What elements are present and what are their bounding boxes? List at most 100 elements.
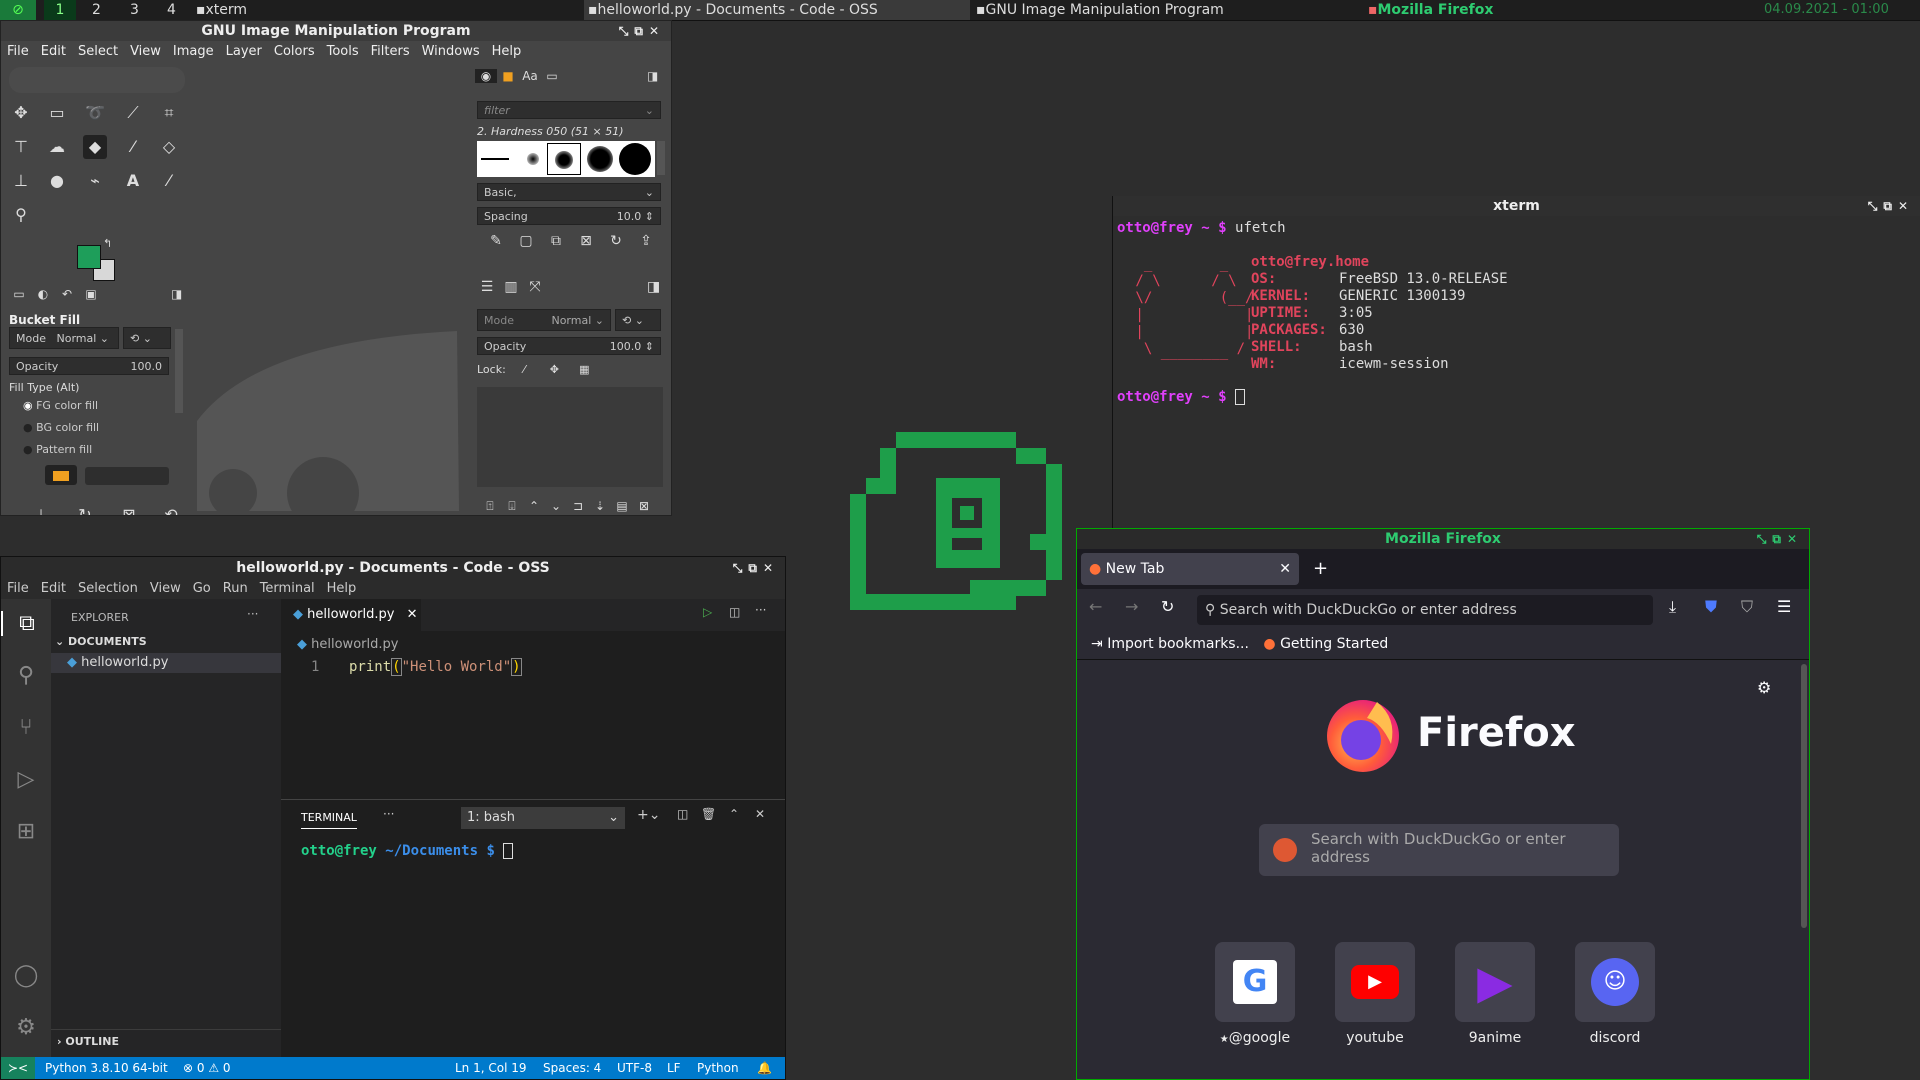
- split-terminal-icon[interactable]: ◫: [677, 807, 688, 821]
- eraser-icon[interactable]: ◇: [157, 135, 181, 159]
- back-arrow-icon[interactable]: ←: [1089, 597, 1102, 616]
- pattern-name-field[interactable]: [85, 467, 169, 485]
- tool-options-tab-icon[interactable]: ▭: [7, 287, 31, 301]
- close-icon[interactable]: ✕: [763, 561, 779, 575]
- new-brush-icon[interactable]: ▢: [511, 233, 541, 249]
- new-layer-icon[interactable]: ⍐: [479, 499, 501, 514]
- url-bar[interactable]: ⚲ Search with DuckDuckGo or enter addres…: [1197, 595, 1653, 625]
- code-line-1[interactable]: print("Hello World"): [349, 658, 522, 676]
- brush-hard[interactable]: [619, 143, 651, 175]
- close-icon[interactable]: ✕: [1787, 532, 1803, 546]
- workspace-4[interactable]: 4: [163, 0, 187, 20]
- start-menu-icon[interactable]: ⊘: [0, 0, 36, 20]
- bitwarden-extension-icon[interactable]: ⛊: [1705, 597, 1717, 617]
- pattern-swatch[interactable]: [45, 465, 77, 485]
- merge-layer-icon[interactable]: ⇣: [589, 499, 611, 513]
- search-icon[interactable]: ⚲: [1, 663, 51, 688]
- shortcut-discord[interactable]: ☺ discord: [1575, 942, 1655, 1046]
- status-encoding[interactable]: UTF-8: [617, 1057, 652, 1079]
- layers-tab-icon[interactable]: ☰: [475, 279, 499, 295]
- source-control-icon[interactable]: ⑂: [1, 715, 51, 740]
- patterns-tab-icon[interactable]: ■: [497, 69, 519, 83]
- run-debug-icon[interactable]: ▷: [1, 767, 51, 792]
- discord-tile[interactable]: ☺: [1575, 942, 1655, 1022]
- menu-filters[interactable]: Filters: [365, 44, 416, 59]
- crop-icon[interactable]: ⌗: [157, 101, 181, 125]
- brush-to-image-icon[interactable]: ⇪: [631, 233, 661, 249]
- minimize-icon[interactable]: ⤡: [733, 561, 749, 575]
- menu-tools[interactable]: Tools: [321, 44, 365, 59]
- workspace-3[interactable]: 3: [126, 0, 150, 20]
- status-language[interactable]: Python: [697, 1057, 739, 1079]
- bookmark-getting-started[interactable]: ● Getting Started: [1263, 636, 1388, 652]
- menu-help[interactable]: Help: [486, 44, 528, 59]
- menu-view[interactable]: View: [124, 44, 167, 59]
- document-history-tab-icon[interactable]: ▭: [541, 69, 563, 83]
- fill-option-bg[interactable]: ● BG color fill: [23, 421, 99, 434]
- text-tool-icon[interactable]: A: [121, 169, 145, 193]
- shortcut-9anime[interactable]: ▶ 9anime: [1455, 942, 1535, 1046]
- delete-options-icon[interactable]: ⊠: [107, 505, 151, 515]
- notifications-bell-icon[interactable]: 🔔: [757, 1057, 772, 1079]
- maximize-panel-icon[interactable]: ⌃: [729, 807, 739, 821]
- move-tool-icon[interactable]: ✥: [9, 101, 33, 125]
- browser-tab-new-tab[interactable]: ● New Tab ✕: [1081, 553, 1299, 585]
- brush-soft[interactable]: [527, 153, 539, 165]
- status-position[interactable]: Ln 1, Col 19: [455, 1057, 527, 1079]
- new-group-icon[interactable]: ⍗: [501, 499, 523, 514]
- brush-filter-input[interactable]: filter ⌄: [477, 101, 661, 119]
- outline-section[interactable]: › OUTLINE: [51, 1029, 281, 1054]
- tab-close-icon[interactable]: ✕: [1279, 553, 1291, 585]
- reset-mode-icon[interactable]: ⟲ ⌄: [123, 327, 171, 349]
- settings-gear-icon[interactable]: ⚙: [1, 1015, 51, 1040]
- transform-icon[interactable]: ⊤: [9, 135, 33, 159]
- delete-layer-icon[interactable]: ⊠: [633, 499, 655, 513]
- layers-list[interactable]: [477, 387, 663, 487]
- brush-medium[interactable]: [587, 146, 613, 172]
- lower-layer-icon[interactable]: ⌄: [545, 499, 567, 513]
- shortcut-google[interactable]: G ★@google: [1215, 942, 1295, 1046]
- fill-option-pattern[interactable]: ● Pattern fill: [23, 443, 92, 456]
- lasso-icon[interactable]: ➰: [83, 101, 107, 125]
- task-xterm[interactable]: ▪xterm: [192, 0, 582, 20]
- maximize-icon[interactable]: ⧉: [748, 561, 763, 575]
- minimize-icon[interactable]: ⤡: [1868, 199, 1884, 213]
- color-picker-icon[interactable]: ⁄: [157, 169, 181, 193]
- zoom-icon[interactable]: ⚲: [9, 203, 33, 227]
- workspace-1[interactable]: 1: [44, 0, 76, 20]
- delete-brush-icon[interactable]: ⊠: [571, 233, 601, 249]
- menu-layer[interactable]: Layer: [220, 44, 268, 59]
- images-tab-icon[interactable]: ▣: [79, 287, 103, 301]
- close-icon[interactable]: ✕: [649, 24, 665, 38]
- panel-more-icon[interactable]: ···: [383, 807, 394, 821]
- explorer-more-icon[interactable]: ···: [247, 607, 258, 621]
- swap-colors-icon[interactable]: ↰: [103, 237, 112, 250]
- status-problems[interactable]: ⊗ 0 ⚠ 0: [183, 1057, 231, 1079]
- new-terminal-icon[interactable]: +⌄: [637, 807, 660, 823]
- brush-preset-select[interactable]: Basic, ⌄: [477, 183, 661, 201]
- xterm-prompt-line[interactable]: otto@frey ~ $: [1117, 389, 1246, 406]
- menu-windows[interactable]: Windows: [416, 44, 486, 59]
- path-icon[interactable]: ⌁: [83, 169, 107, 193]
- clone-icon[interactable]: ⊥: [9, 169, 33, 193]
- run-file-icon[interactable]: ▷: [703, 605, 712, 619]
- status-python[interactable]: Python 3.8.10 64-bit: [45, 1057, 168, 1079]
- menu-go[interactable]: Go: [187, 581, 217, 596]
- reset-options-icon[interactable]: ⟲: [151, 505, 191, 515]
- tool-options-scrollbar[interactable]: [175, 329, 183, 413]
- layer-opacity-slider[interactable]: Opacity 100.0 ⇕: [477, 337, 661, 355]
- save-options-icon[interactable]: ⤓: [19, 505, 63, 515]
- folder-documents[interactable]: ⌄ DOCUMENTS: [55, 635, 147, 648]
- menu-file[interactable]: File: [1, 44, 35, 59]
- settings-gear-icon[interactable]: ⚙: [1757, 678, 1771, 697]
- brush-pixel[interactable]: [481, 158, 509, 160]
- page-scrollbar[interactable]: [1801, 664, 1807, 928]
- maximize-icon[interactable]: ⧉: [1772, 532, 1787, 546]
- menu-colors[interactable]: Colors: [268, 44, 321, 59]
- task-firefox[interactable]: ▪Mozilla Firefox: [1364, 0, 1748, 20]
- status-spaces[interactable]: Spaces: 4: [543, 1057, 601, 1079]
- close-panel-icon[interactable]: ✕: [755, 807, 765, 821]
- fill-option-fg[interactable]: ◉ FG color fill: [23, 399, 98, 412]
- brushes-panel-menu-icon[interactable]: ◨: [647, 69, 658, 83]
- bucket-fill-icon[interactable]: ◆: [83, 135, 107, 159]
